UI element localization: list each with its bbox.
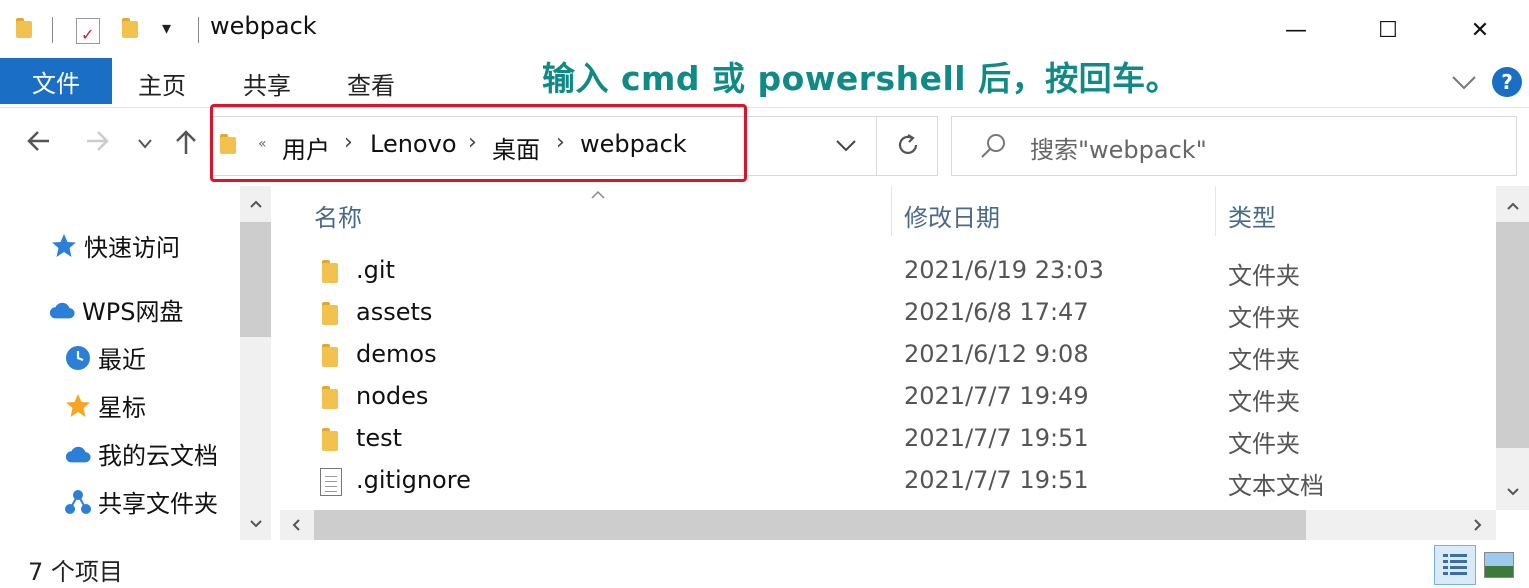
file-date: 2021/6/19 23:03 xyxy=(904,256,1104,284)
column-divider[interactable] xyxy=(891,186,892,236)
customize-toolbar-icon[interactable]: ▾ xyxy=(162,18,171,39)
new-folder-icon[interactable] xyxy=(122,18,138,38)
folder-icon xyxy=(320,343,340,367)
large-icons-view-button[interactable] xyxy=(1484,552,1514,578)
file-type: 文件夹 xyxy=(1228,304,1300,332)
file-row[interactable]: assets 2021/6/8 17:47 文件夹 xyxy=(316,292,1486,334)
share-icon xyxy=(64,488,92,516)
toolbar-divider xyxy=(198,17,199,43)
tab-home[interactable]: 主页 xyxy=(138,66,186,101)
search-icon xyxy=(978,131,1008,165)
maximize-button[interactable]: ☐ xyxy=(1342,0,1434,60)
star-pin-icon xyxy=(50,232,78,260)
address-divider xyxy=(876,117,877,175)
column-header-date[interactable]: 修改日期 xyxy=(904,198,1000,233)
nav-recent[interactable]: 最近 xyxy=(64,340,146,375)
folder-icon[interactable] xyxy=(16,18,32,38)
sort-ascending-icon xyxy=(590,185,606,204)
nav-quick-access[interactable]: 快速访问 xyxy=(50,228,180,263)
instruction-annotation: 输入 cmd 或 powershell 后，按回车。 xyxy=(542,59,1180,98)
file-name: assets xyxy=(356,298,433,326)
close-button[interactable]: ✕ xyxy=(1434,0,1526,60)
nav-label: 我的云文档 xyxy=(98,442,218,470)
nav-my-cloud-docs[interactable]: 我的云文档 xyxy=(64,436,218,471)
address-history-icon[interactable] xyxy=(834,138,858,158)
file-row[interactable]: .git 2021/6/19 23:03 文件夹 xyxy=(316,250,1486,292)
file-type: 文件夹 xyxy=(1228,346,1300,374)
recent-locations-icon[interactable] xyxy=(136,136,154,155)
status-bar xyxy=(0,540,1529,588)
scroll-right-icon[interactable] xyxy=(1464,512,1492,538)
cloud-icon xyxy=(64,440,92,468)
scroll-left-icon[interactable] xyxy=(282,512,310,538)
scroll-down-icon[interactable] xyxy=(240,510,271,538)
address-highlight-box xyxy=(210,104,747,182)
refresh-icon[interactable] xyxy=(895,132,921,162)
file-type: 文件夹 xyxy=(1228,430,1300,458)
file-name: demos xyxy=(356,340,437,368)
file-date: 2021/7/7 19:51 xyxy=(904,466,1089,494)
horizontal-scrollbar-thumb[interactable] xyxy=(314,510,1306,540)
scroll-up-icon[interactable] xyxy=(1496,192,1529,220)
search-input[interactable]: 搜索"webpack" xyxy=(1030,130,1207,165)
column-header-type[interactable]: 类型 xyxy=(1228,198,1276,233)
file-name: nodes xyxy=(356,382,429,410)
nav-starred[interactable]: 星标 xyxy=(64,388,146,423)
star-icon xyxy=(64,392,92,420)
help-button[interactable]: ? xyxy=(1492,67,1522,97)
toolbar-divider xyxy=(52,17,53,43)
tab-share[interactable]: 共享 xyxy=(243,66,291,101)
back-button[interactable] xyxy=(26,128,52,161)
file-name: .gitignore xyxy=(356,466,471,494)
file-name: test xyxy=(356,424,403,452)
column-divider[interactable] xyxy=(1215,186,1216,236)
nav-label: 共享文件夹 xyxy=(98,490,218,518)
nav-label: WPS网盘 xyxy=(82,298,184,326)
file-row[interactable]: .gitignore 2021/7/7 19:51 文本文档 xyxy=(316,460,1486,502)
file-type: 文件夹 xyxy=(1228,262,1300,290)
properties-icon[interactable]: ✓ xyxy=(76,18,100,44)
content-scrollbar-thumb[interactable] xyxy=(1496,222,1529,448)
nav-wps-cloud[interactable]: WPS网盘 xyxy=(48,292,183,327)
minimize-button[interactable]: — xyxy=(1250,0,1342,60)
file-date: 2021/7/7 19:51 xyxy=(904,424,1089,452)
file-date: 2021/7/7 19:49 xyxy=(904,382,1089,410)
clock-icon xyxy=(64,344,92,372)
file-row[interactable]: demos 2021/6/12 9:08 文件夹 xyxy=(316,334,1486,376)
scroll-down-icon[interactable] xyxy=(1496,478,1529,506)
cloud-icon xyxy=(48,296,76,324)
text-document-icon xyxy=(320,468,342,496)
column-header-name[interactable]: 名称 xyxy=(314,198,362,233)
nav-label: 快速访问 xyxy=(84,234,180,262)
file-type: 文件夹 xyxy=(1228,388,1300,416)
forward-button[interactable] xyxy=(84,128,110,161)
scroll-up-icon[interactable] xyxy=(240,190,271,218)
window-title: webpack xyxy=(210,12,317,40)
folder-icon xyxy=(320,301,340,325)
tab-view[interactable]: 查看 xyxy=(347,66,395,101)
file-type: 文本文档 xyxy=(1228,472,1324,500)
file-date: 2021/6/8 17:47 xyxy=(904,298,1089,326)
file-name: .git xyxy=(356,256,395,284)
folder-icon xyxy=(320,385,340,409)
item-count: 7 个项目 xyxy=(28,558,123,586)
file-row[interactable]: nodes 2021/7/7 19:49 文件夹 xyxy=(316,376,1486,418)
nav-scrollbar-thumb[interactable] xyxy=(240,222,271,337)
nav-label: 最近 xyxy=(98,346,146,374)
tab-file[interactable]: 文件 xyxy=(0,58,112,104)
nav-shared-folder[interactable]: 共享文件夹 xyxy=(64,484,218,519)
folder-icon xyxy=(320,427,340,451)
file-row[interactable]: test 2021/7/7 19:51 文件夹 xyxy=(316,418,1486,460)
nav-label: 星标 xyxy=(98,394,146,422)
expand-ribbon-icon[interactable] xyxy=(1450,70,1478,94)
up-button[interactable] xyxy=(173,128,199,163)
details-view-button[interactable] xyxy=(1434,545,1476,585)
file-date: 2021/6/12 9:08 xyxy=(904,340,1089,368)
folder-icon xyxy=(320,259,340,283)
